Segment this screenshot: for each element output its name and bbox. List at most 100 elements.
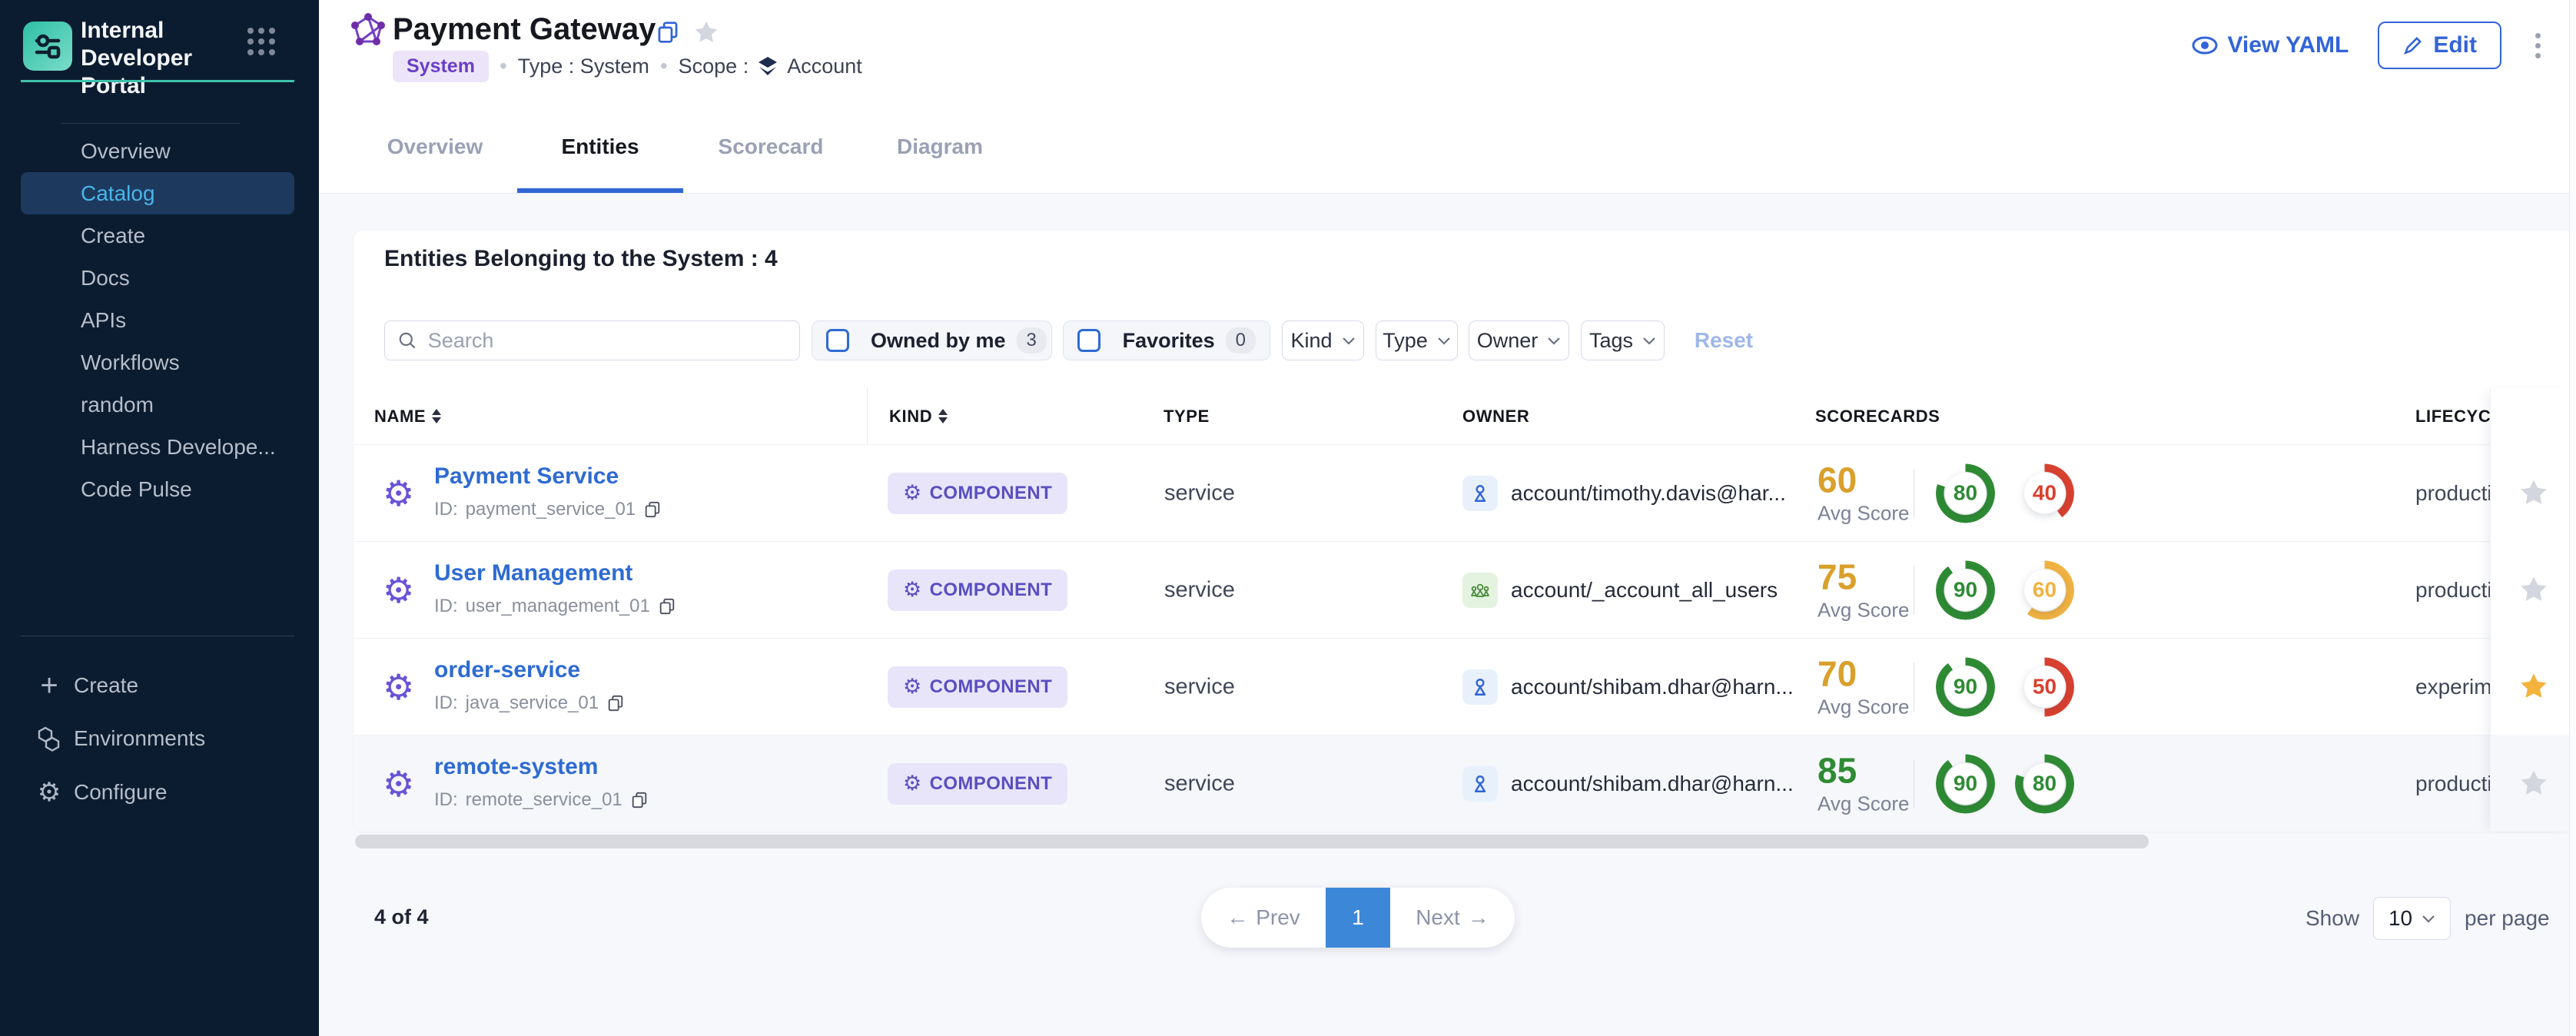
scorecard-gauge: 80 <box>2015 754 2074 813</box>
tab-scorecard[interactable]: Scorecard <box>720 100 822 193</box>
next-page-button[interactable]: Next → <box>1390 888 1515 948</box>
sidebar-item-harness-developer[interactable]: Harness Develope... <box>0 426 319 468</box>
tab-diagram[interactable]: Diagram <box>897 100 983 193</box>
gear-icon: ⚙ <box>903 483 922 503</box>
entity-type-label: Type : System <box>518 55 649 78</box>
sidebar-create-button[interactable]: + Create <box>0 662 319 709</box>
sidebar-item-code-pulse[interactable]: Code Pulse <box>0 468 319 510</box>
entity-tabs: Overview Entities Scorecard Diagram <box>319 100 2576 194</box>
favorites-filter[interactable]: Favorites 0 <box>1063 320 1270 360</box>
column-header-kind[interactable]: KIND <box>889 388 948 444</box>
sidebar-environments-button[interactable]: Environments <box>0 716 319 762</box>
tags-dropdown[interactable]: Tags <box>1581 320 1665 360</box>
entity-name-link[interactable]: User Management <box>434 560 632 586</box>
dot-separator: • <box>660 54 668 78</box>
row-favorite-star-icon[interactable] <box>2491 444 2576 541</box>
star-icon <box>1111 329 1112 352</box>
sidebar-brand-divider <box>21 80 294 82</box>
app-switcher-icon[interactable] <box>247 28 275 55</box>
lifecycle-cell: production <box>2415 578 2490 603</box>
page-size-select[interactable]: 10 <box>2373 897 2451 940</box>
avg-score-block: 70 Avg Score <box>1817 655 1908 719</box>
entity-name-link[interactable]: order-service <box>434 657 580 683</box>
gear-icon: ⚙ <box>903 579 922 600</box>
system-kind-badge: System <box>393 51 489 82</box>
column-header-owner: OWNER <box>1462 388 1529 444</box>
entity-name-link[interactable]: remote-system <box>434 754 598 780</box>
page-number-button[interactable]: 1 <box>1326 888 1390 948</box>
scorecard-gauge: 90 <box>1936 657 1995 716</box>
scope-label: Scope : <box>679 55 749 78</box>
table-row: ⚙ User Management ID:user_management_01 … <box>354 541 2576 638</box>
entity-id-line: ID:java_service_01 <box>434 692 625 714</box>
kind-badge: ⚙COMPONENT <box>888 666 1067 708</box>
portal-title: Internal Developer Portal <box>81 17 250 100</box>
chevron-down-icon <box>2422 914 2435 923</box>
show-label: Show <box>2305 906 2359 931</box>
sidebar-item-apis[interactable]: APIs <box>0 299 319 341</box>
scorecard-gauge: 40 <box>2015 463 2074 523</box>
search-box <box>384 320 800 360</box>
more-options-kebab-icon[interactable] <box>2531 28 2545 63</box>
owned-by-me-filter[interactable]: Owned by me 3 <box>812 320 1052 360</box>
table-header-row: NAME KIND TYPE OWNER SCORECARDS LIFECYCL… <box>354 388 2576 444</box>
owned-count-badge: 3 <box>1017 327 1047 354</box>
copy-id-icon[interactable] <box>606 694 625 712</box>
column-header-type: TYPE <box>1164 388 1210 444</box>
entities-table: NAME KIND TYPE OWNER SCORECARDS LIFECYCL… <box>354 388 2576 832</box>
view-yaml-button[interactable]: View YAML <box>2192 32 2349 58</box>
edit-button[interactable]: Edit <box>2378 22 2501 69</box>
type-cell: service <box>1164 480 1235 506</box>
tab-entities[interactable]: Entities <box>563 100 637 193</box>
reset-filters-button[interactable]: Reset <box>1678 320 1770 360</box>
kind-dropdown[interactable]: Kind <box>1282 320 1364 360</box>
prev-page-button[interactable]: ← Prev <box>1201 888 1326 948</box>
entity-name-cell: Payment Service ID:payment_service_01 <box>434 463 662 520</box>
sidebar-item-overview[interactable]: Overview <box>0 130 319 172</box>
filter-bar: Owned by me 3 Favorites 0 Kind <box>354 320 2576 360</box>
avg-score-label: Avg Score <box>1817 695 1908 719</box>
search-icon <box>397 330 417 351</box>
favorites-column <box>2490 388 2576 832</box>
entity-id-line: ID:user_management_01 <box>434 596 676 617</box>
kind-badge: ⚙COMPONENT <box>888 569 1067 611</box>
component-gear-icon: ⚙ <box>383 669 414 705</box>
copy-id-icon[interactable] <box>630 791 649 809</box>
harness-idp-logo <box>23 22 72 71</box>
component-gear-icon: ⚙ <box>383 766 414 802</box>
type-cell: service <box>1164 771 1235 796</box>
sidebar-item-create[interactable]: Create <box>0 214 319 257</box>
owner-dropdown[interactable]: Owner <box>1469 320 1569 360</box>
sidebar-item-docs[interactable]: Docs <box>0 257 319 299</box>
entity-name-link[interactable]: Payment Service <box>434 463 619 490</box>
row-favorite-star-icon-active[interactable] <box>2491 638 2576 735</box>
row-favorite-star-icon[interactable] <box>2491 735 2576 832</box>
vertical-scrollbar[interactable] <box>2569 0 2576 1036</box>
type-dropdown[interactable]: Type <box>1376 320 1458 360</box>
tab-overview[interactable]: Overview <box>384 100 486 193</box>
copy-title-icon[interactable] <box>656 20 680 48</box>
app-window: Internal Developer Portal Overview Catal… <box>0 0 2576 1036</box>
sidebar-item-workflows[interactable]: Workflows <box>0 341 319 384</box>
avg-score-value: 60 <box>1817 461 1908 498</box>
copy-id-icon[interactable] <box>643 500 662 519</box>
sidebar-configure-button[interactable]: ⚙ Configure <box>0 769 319 815</box>
dot-separator: • <box>500 54 507 78</box>
sidebar-item-random[interactable]: random <box>0 384 319 426</box>
search-input[interactable] <box>428 329 787 353</box>
favorite-title-star-icon[interactable] <box>692 18 720 50</box>
column-header-name[interactable]: NAME <box>374 388 441 444</box>
table-row: ⚙ remote-system ID:remote_service_01 ⚙CO… <box>354 735 2576 832</box>
avg-score-label: Avg Score <box>1817 792 1908 815</box>
kind-badge: ⚙COMPONENT <box>888 473 1067 514</box>
avg-score-value: 85 <box>1817 752 1908 789</box>
active-tab-underline <box>517 188 683 193</box>
owned-by-me-checkbox[interactable] <box>826 329 849 352</box>
row-favorite-star-icon[interactable] <box>2491 541 2576 638</box>
copy-id-icon[interactable] <box>658 597 676 616</box>
entities-card: Entities Belonging to the System : 4 <box>354 231 2576 832</box>
favorites-checkbox[interactable] <box>1077 329 1100 352</box>
sidebar-item-catalog[interactable]: Catalog <box>21 172 294 214</box>
content-area: Entities Belonging to the System : 4 <box>319 194 2576 1036</box>
horizontal-scrollbar[interactable] <box>355 835 2149 848</box>
